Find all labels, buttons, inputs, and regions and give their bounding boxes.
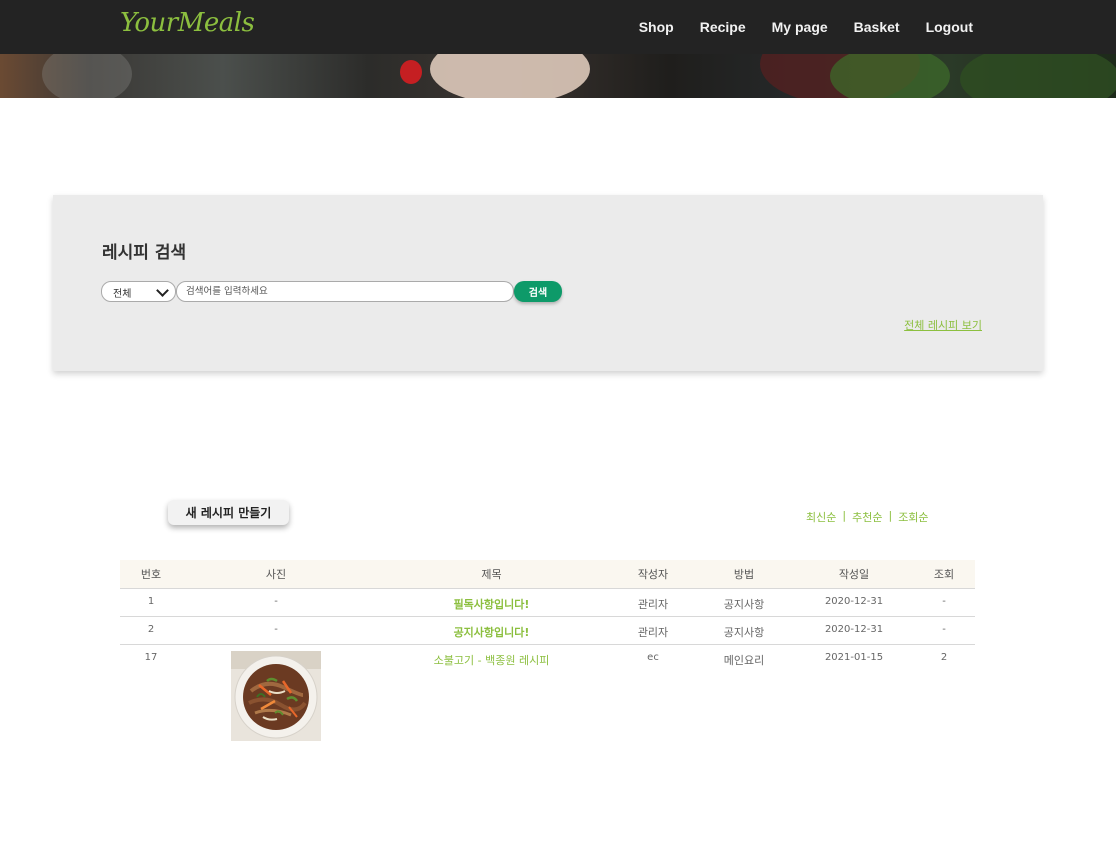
col-author: 작성자 <box>613 560 693 589</box>
table-row[interactable]: 17 소불고기 - 백종원 레시피 ec 메인요리 2021-01-15 2 <box>120 644 975 744</box>
search-button[interactable]: 검색 <box>514 281 562 302</box>
col-number: 번호 <box>120 560 182 589</box>
nav-shop[interactable]: Shop <box>639 19 674 35</box>
row-date: 2020-12-31 <box>795 616 913 645</box>
row-date: 2021-01-15 <box>824 651 884 663</box>
sort-latest[interactable]: 최신순 <box>806 509 836 525</box>
row-views: - <box>913 588 975 617</box>
table-header-row: 번호 사진 제목 작성자 방법 작성일 조회 <box>120 560 975 589</box>
row-number: 1 <box>120 588 182 617</box>
nav-my-page[interactable]: My page <box>772 19 828 35</box>
category-select[interactable]: 전체 <box>101 281 176 302</box>
all-recipes-link[interactable]: 전체 레시피 보기 <box>904 317 982 333</box>
sort-separator: | <box>842 509 847 522</box>
col-method: 방법 <box>693 560 795 589</box>
chevron-down-icon <box>156 284 169 297</box>
search-input[interactable] <box>176 281 514 302</box>
sort-options: 최신순 | 추천순 | 조회순 <box>806 509 929 525</box>
row-author: 관리자 <box>613 588 693 617</box>
col-views: 조회 <box>913 560 975 589</box>
row-number: 2 <box>120 616 182 645</box>
row-author: 관리자 <box>613 616 693 645</box>
row-number: 17 <box>144 651 158 663</box>
row-author: ec <box>647 651 659 663</box>
row-date: 2020-12-31 <box>795 588 913 617</box>
row-title-link[interactable]: 소불고기 - 백종원 레시피 <box>434 654 550 667</box>
col-photo: 사진 <box>182 560 370 589</box>
table-row[interactable]: 2 - 공지사항입니다! 관리자 공지사항 2020-12-31 - <box>120 616 975 645</box>
row-photo: - <box>182 616 370 645</box>
row-views: 2 <box>940 651 948 663</box>
sort-recommended[interactable]: 추천순 <box>852 509 882 525</box>
category-selected-value: 전체 <box>113 289 132 300</box>
site-logo[interactable]: YourMeals <box>120 8 255 38</box>
hero-banner <box>0 54 1116 98</box>
search-title: 레시피 검색 <box>102 243 187 263</box>
nav-recipe[interactable]: Recipe <box>700 19 746 35</box>
nav-basket[interactable]: Basket <box>854 19 900 35</box>
col-date: 작성일 <box>795 560 913 589</box>
recipe-search-panel: 레시피 검색 전체 검색 전체 레시피 보기 <box>53 195 1043 371</box>
row-views: - <box>913 616 975 645</box>
col-title: 제목 <box>370 560 613 589</box>
bulgogi-dish-photo[interactable] <box>231 650 321 741</box>
row-photo: - <box>182 588 370 617</box>
row-title-link[interactable]: 필독사항입니다! <box>454 598 530 611</box>
row-photo <box>182 644 370 744</box>
row-method: 공지사항 <box>693 616 795 645</box>
main-nav: Shop Recipe My page Basket Logout <box>639 0 973 54</box>
new-recipe-button[interactable]: 새 레시피 만들기 <box>168 500 289 525</box>
row-method: 메인요리 <box>723 653 765 667</box>
sort-views[interactable]: 조회순 <box>898 509 928 525</box>
recipe-table: 번호 사진 제목 작성자 방법 작성일 조회 1 - 필독사항입니다! 관리자 … <box>120 560 975 744</box>
table-row[interactable]: 1 - 필독사항입니다! 관리자 공지사항 2020-12-31 - <box>120 588 975 617</box>
nav-logout[interactable]: Logout <box>926 19 973 35</box>
row-title-link[interactable]: 공지사항입니다! <box>454 626 530 639</box>
row-method: 공지사항 <box>693 588 795 617</box>
top-navbar: YourMeals Shop Recipe My page Basket Log… <box>0 0 1116 54</box>
sort-separator: | <box>888 509 893 522</box>
